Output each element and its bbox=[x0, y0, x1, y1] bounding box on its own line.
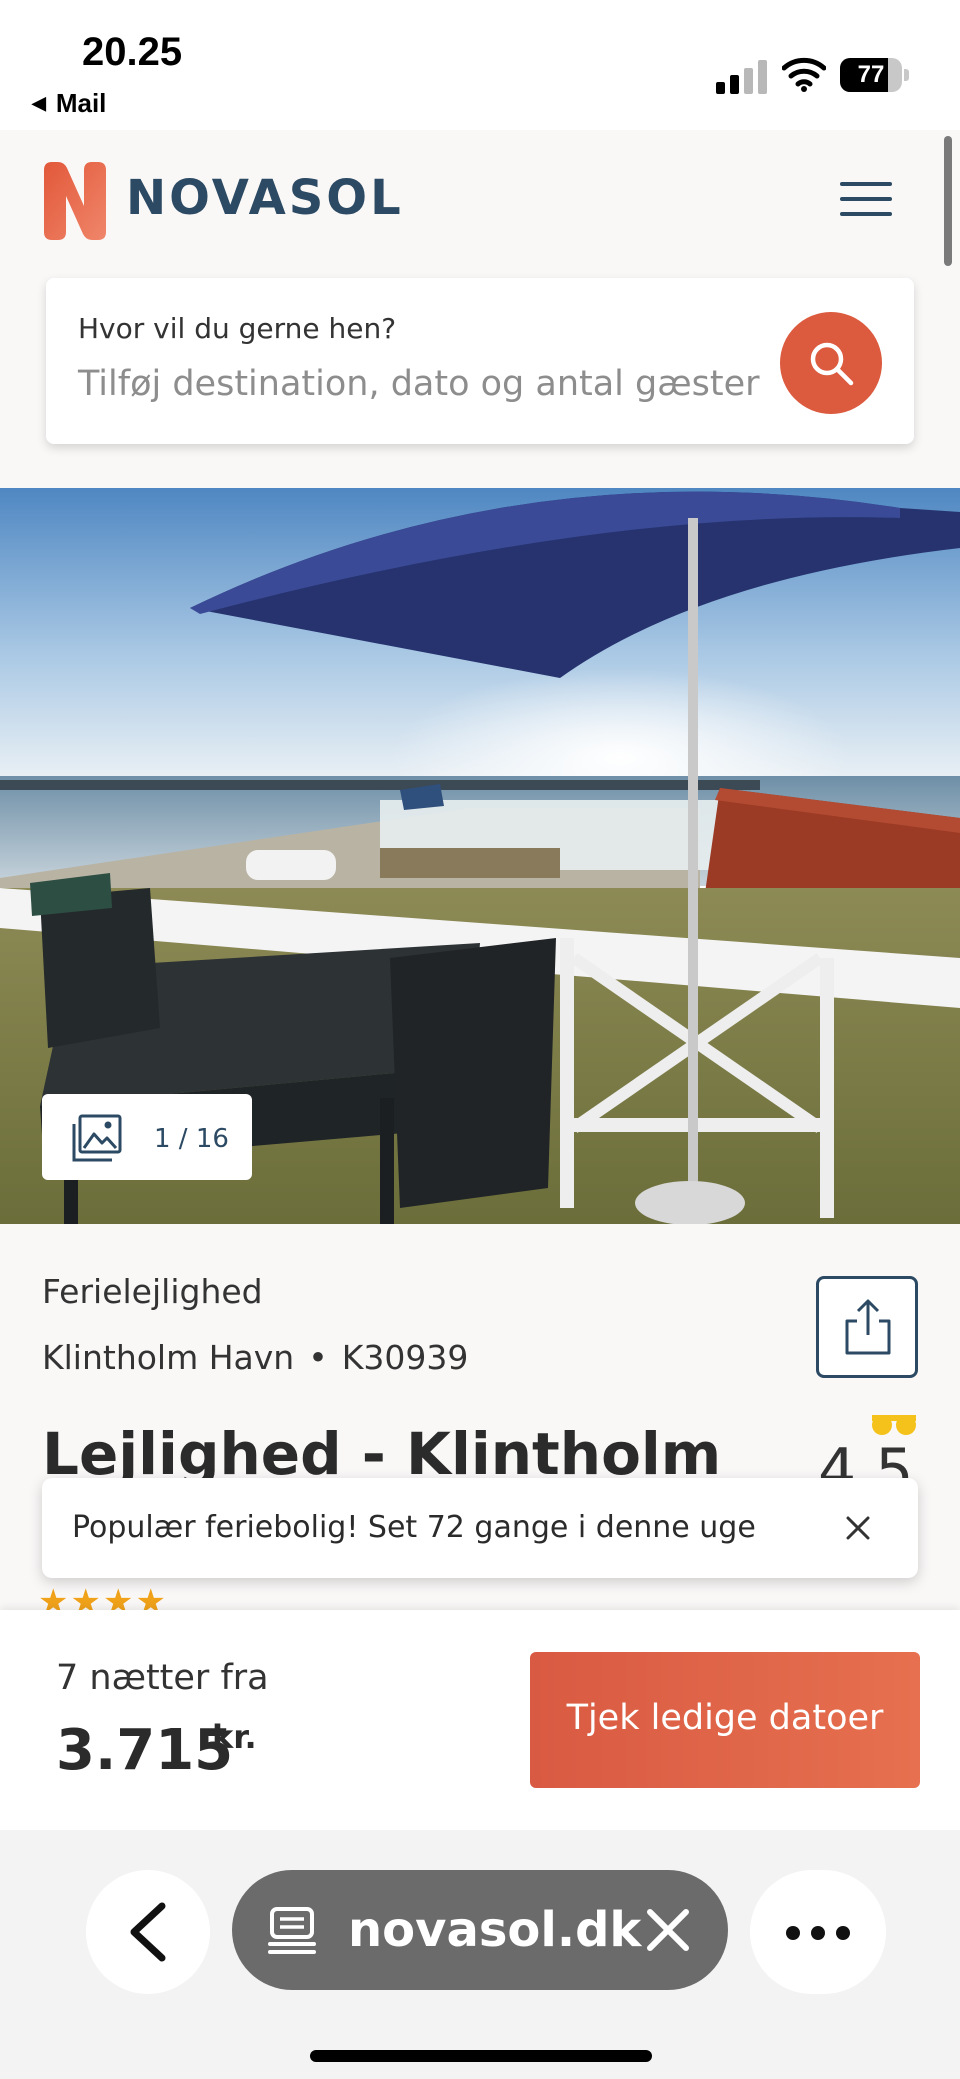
share-icon bbox=[845, 1299, 891, 1355]
price-value: 3.715 bbox=[56, 1718, 234, 1783]
novasol-n-logo-icon[interactable] bbox=[40, 160, 108, 242]
scrollbar-thumb[interactable] bbox=[944, 136, 952, 266]
browser-toolbar: novasol.dk bbox=[0, 1830, 960, 2079]
battery-icon: 77 bbox=[840, 58, 910, 92]
search-box[interactable]: Hvor vil du gerne hen? Tilføj destinatio… bbox=[46, 278, 914, 444]
nights-label: 7 nætter fra bbox=[56, 1658, 269, 1698]
page-settings-icon[interactable] bbox=[266, 1906, 318, 1956]
wifi-icon bbox=[782, 57, 826, 92]
search-area: Hvor vil du gerne hen? Tilføj destinatio… bbox=[0, 272, 960, 488]
novasol-logo-text[interactable]: NOVASOL bbox=[126, 170, 404, 226]
photo-counter[interactable]: 1 / 16 bbox=[42, 1094, 252, 1180]
hamburger-menu-icon[interactable] bbox=[836, 176, 896, 222]
close-icon[interactable] bbox=[838, 1508, 878, 1548]
search-label: Hvor vil du gerne hen? bbox=[78, 312, 397, 345]
gallery-images-icon bbox=[72, 1114, 122, 1162]
share-button[interactable] bbox=[816, 1276, 918, 1378]
booking-bar: 7 nætter fra 3.715 kr. Tjek ledige datoe… bbox=[0, 1610, 960, 1830]
close-icon[interactable] bbox=[644, 1906, 692, 1954]
property-photo-gallery[interactable]: 1 / 16 bbox=[0, 488, 960, 1224]
search-input[interactable]: Tilføj destination, dato og antal gæster bbox=[78, 364, 760, 404]
cellular-signal-icon bbox=[716, 60, 767, 94]
search-icon bbox=[810, 342, 854, 386]
url-text: novasol.dk bbox=[348, 1902, 642, 1958]
chevron-left-icon bbox=[130, 1902, 166, 1962]
status-time: 20.25 bbox=[82, 30, 183, 74]
cta-label: Tjek ledige datoer bbox=[566, 1698, 884, 1738]
toast-text: Populær feriebolig! Set 72 gange i denne… bbox=[72, 1510, 756, 1545]
back-app-label: Mail bbox=[55, 88, 107, 118]
property-location: Klintholm Havn bbox=[42, 1338, 295, 1377]
address-bar[interactable]: novasol.dk bbox=[232, 1870, 728, 1990]
rating-eyes-icon bbox=[872, 1415, 916, 1435]
site-header: NOVASOL bbox=[0, 130, 960, 272]
photo-counter-text: 1 / 16 bbox=[154, 1124, 229, 1154]
battery-percent: 77 bbox=[857, 61, 885, 88]
home-indicator[interactable] bbox=[310, 2050, 652, 2062]
back-to-app-link[interactable]: ◀ Mail bbox=[32, 88, 106, 119]
check-available-dates-button[interactable]: Tjek ledige datoer bbox=[530, 1652, 920, 1788]
status-bar: 20.25 ◀ Mail 77 bbox=[0, 0, 960, 130]
search-button[interactable] bbox=[780, 312, 882, 414]
back-triangle-icon: ◀ bbox=[32, 93, 46, 113]
property-location-line: Klintholm Havn • K30939 bbox=[42, 1338, 469, 1377]
popularity-toast: Populær feriebolig! Set 72 gange i denne… bbox=[42, 1478, 918, 1578]
price-currency: kr. bbox=[212, 1718, 257, 1756]
more-dots-icon[interactable] bbox=[750, 1870, 886, 1994]
browser-back-button[interactable] bbox=[86, 1870, 210, 1994]
property-type: Ferielejlighed bbox=[42, 1272, 263, 1311]
property-code: K30939 bbox=[341, 1338, 469, 1377]
